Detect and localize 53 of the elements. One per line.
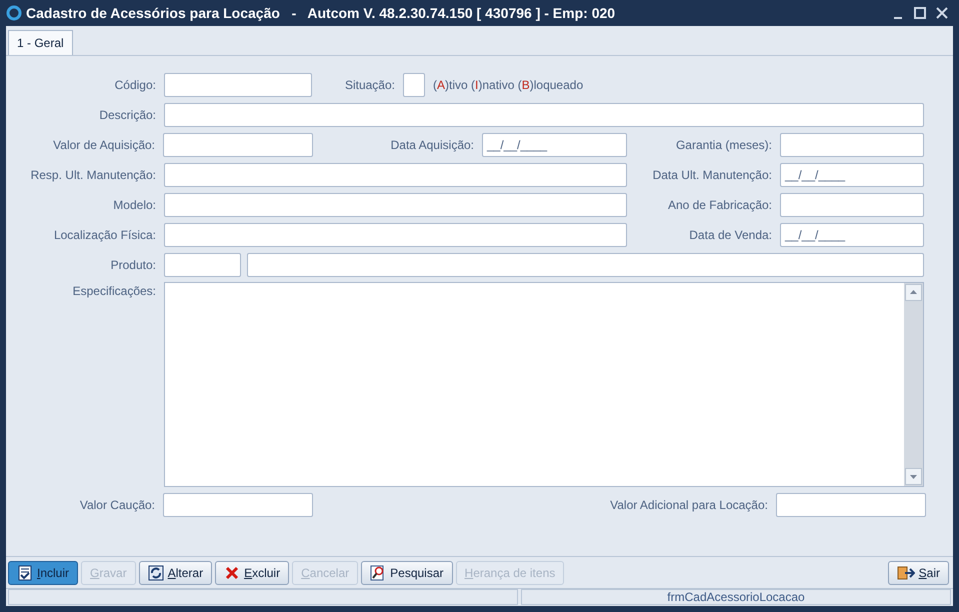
- input-field[interactable]: [164, 163, 627, 187]
- tab[interactable]: 1 - Geral: [8, 30, 73, 55]
- scrollbar[interactable]: [904, 283, 923, 486]
- refresh-icon: [148, 564, 164, 580]
- text-area[interactable]: [164, 282, 924, 487]
- search-icon: [370, 564, 386, 580]
- field-label: Valor Caução:: [78, 497, 156, 514]
- field-label: Descrição:: [98, 107, 157, 124]
- field-label: Data de Venda:: [688, 227, 773, 244]
- field-label: Código:: [114, 77, 157, 94]
- input-field[interactable]: [163, 493, 313, 517]
- close-icon[interactable]: [935, 6, 949, 20]
- input-field[interactable]: [163, 133, 313, 157]
- field-label: Resp. Ult. Manutenção:: [30, 167, 157, 184]
- toolbar-button[interactable]: Incluir: [8, 560, 78, 584]
- close-icon: [224, 564, 240, 580]
- input-field[interactable]: [164, 73, 312, 97]
- field-label: Valor de Aquisição:: [52, 137, 156, 154]
- maximize-icon[interactable]: [913, 6, 927, 20]
- field-label: Especificações:: [72, 283, 157, 300]
- field-label: Data Ult. Manutenção:: [652, 167, 773, 184]
- exit-icon: [896, 564, 915, 580]
- field-label: Garantia (meses):: [674, 137, 773, 154]
- window-title: Cadastro de Acessórios para Locação - Autcom V. 48.2.30.74.150 [ 430796 ] - Emp: 020: [26, 4, 616, 23]
- input-field[interactable]: [247, 253, 924, 277]
- field-label: Ano de Fabricação:: [666, 197, 773, 214]
- input-field[interactable]: [776, 493, 926, 517]
- status-legend: (A)tivo (I)nativo (B)loqueado: [433, 76, 584, 94]
- input-field[interactable]: [403, 73, 425, 97]
- toolbar-button[interactable]: Excluir: [215, 560, 290, 584]
- field-label: Localização Física:: [52, 227, 157, 244]
- field-label: Situação:: [344, 77, 396, 94]
- input-field[interactable]: [164, 253, 241, 277]
- input-field[interactable]: [164, 103, 924, 127]
- scroll-up-icon[interactable]: [905, 284, 922, 301]
- input-field[interactable]: __/__/____: [482, 133, 627, 157]
- toolbar-button[interactable]: Alterar: [138, 560, 212, 584]
- field-label: Modelo:: [112, 197, 157, 214]
- scroll-down-icon[interactable]: [905, 468, 922, 485]
- toolbar-button[interactable]: Pesquisar: [361, 560, 453, 584]
- field-label: Produto:: [110, 257, 157, 274]
- toolbar-button[interactable]: Sair: [888, 560, 949, 584]
- form-name: frmCadAcessorioLocacao: [667, 589, 805, 606]
- app-logo-icon: [6, 5, 22, 21]
- input-field[interactable]: __/__/____: [780, 163, 924, 187]
- document-check-icon: [17, 564, 33, 580]
- input-field[interactable]: [164, 223, 627, 247]
- field-label: Data Aquisição:: [390, 137, 475, 154]
- input-field[interactable]: [780, 133, 924, 157]
- field-label: Valor Adicional para Locação:: [609, 497, 769, 514]
- input-field[interactable]: __/__/____: [780, 223, 924, 247]
- input-field[interactable]: [780, 193, 924, 217]
- input-field[interactable]: [164, 193, 627, 217]
